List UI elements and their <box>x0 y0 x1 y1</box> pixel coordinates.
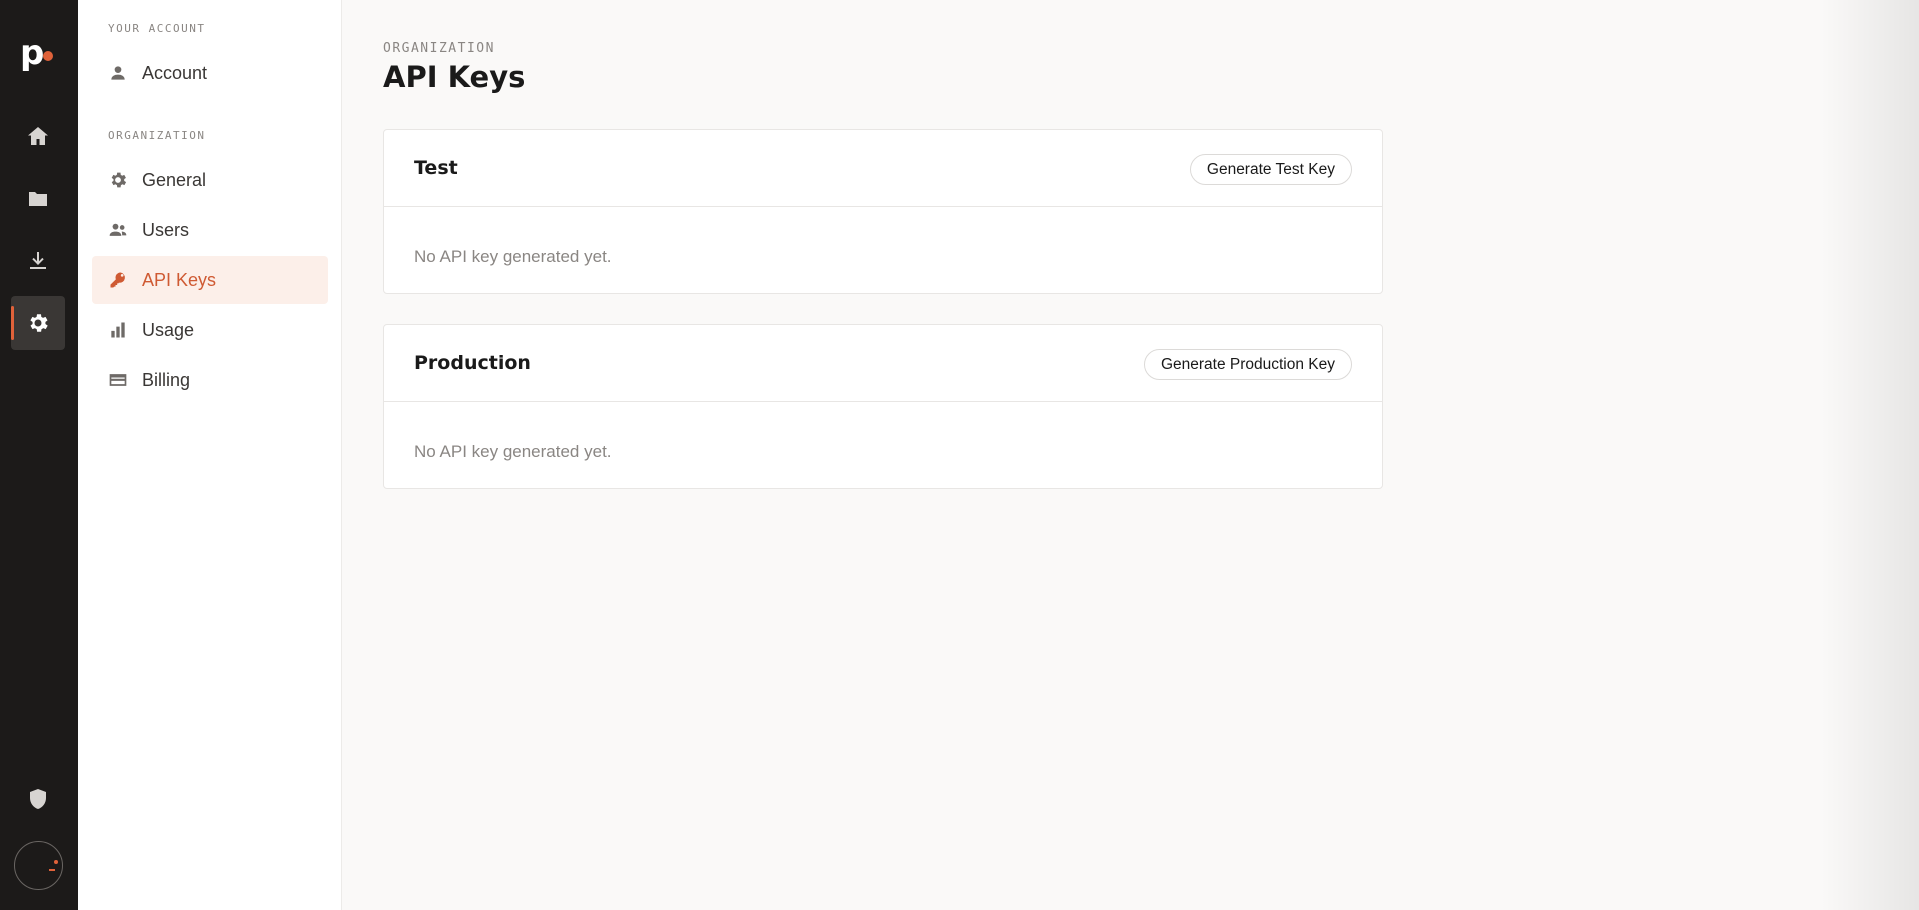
sidebar-item-label: Users <box>142 219 190 240</box>
sidebar-item-api-keys[interactable]: API Keys <box>92 256 328 304</box>
logo-dot <box>43 51 53 61</box>
download-icon <box>30 252 46 269</box>
gear-icon <box>30 314 48 332</box>
avatar-dot <box>54 860 58 864</box>
key-icon <box>110 272 125 288</box>
card-header: Test Generate Test Key <box>384 130 1382 207</box>
sidebar-item-general[interactable]: General <box>92 156 328 204</box>
sidebar-item-account[interactable]: Account <box>92 49 328 97</box>
person-icon <box>111 66 125 80</box>
rail-home-button[interactable] <box>11 109 65 163</box>
card-title: Production <box>414 352 531 374</box>
sidebar-item-label: Usage <box>142 319 195 340</box>
rail-settings-button[interactable] <box>11 296 65 350</box>
empty-state-text: No API key generated yet. <box>414 442 612 461</box>
rail-files-button[interactable] <box>11 172 65 226</box>
sidebar-item-label: Account <box>142 62 208 83</box>
active-indicator <box>11 306 14 340</box>
sidebar-item-billing[interactable]: Billing <box>92 356 328 404</box>
sidebar-item-usage[interactable]: Usage <box>92 306 328 354</box>
app-rail: p <box>0 0 78 910</box>
production-key-card: Production Generate Production Key No AP… <box>383 324 1383 489</box>
page-title: API Keys <box>383 60 526 94</box>
gear-icon <box>111 172 127 188</box>
sidebar-item-label: General <box>142 169 207 190</box>
shield-icon <box>30 789 46 809</box>
settings-sidebar: YOUR ACCOUNT Account ORGANIZATION Genera… <box>78 0 342 910</box>
sidebar-item-label: Billing <box>142 369 191 390</box>
credit-card-icon <box>109 374 127 386</box>
card-title: Test <box>414 157 458 179</box>
generate-production-key-button[interactable]: Generate Production Key <box>1143 349 1352 380</box>
test-key-card: Test Generate Test Key No API key genera… <box>383 129 1383 294</box>
bar-chart-icon <box>111 322 125 338</box>
logo-letter: p <box>20 33 45 73</box>
edge-shadow <box>1820 0 1919 910</box>
section-label-organization: ORGANIZATION <box>108 129 206 142</box>
empty-state-text: No API key generated yet. <box>414 247 612 266</box>
home-icon <box>28 127 48 145</box>
rail-downloads-button[interactable] <box>11 234 65 288</box>
card-header: Production Generate Production Key <box>384 325 1382 402</box>
app-logo[interactable]: p <box>20 36 60 72</box>
section-label-your-account: YOUR ACCOUNT <box>108 22 206 35</box>
sidebar-item-users[interactable]: Users <box>92 206 328 254</box>
folder-icon <box>29 192 47 206</box>
users-icon <box>109 223 127 236</box>
page-eyebrow: ORGANIZATION <box>383 41 495 56</box>
avatar-line <box>49 869 55 871</box>
rail-security-button[interactable] <box>11 772 65 826</box>
user-avatar[interactable] <box>14 841 63 890</box>
sidebar-item-label: API Keys <box>142 269 217 290</box>
generate-test-key-button[interactable]: Generate Test Key <box>1189 154 1352 185</box>
